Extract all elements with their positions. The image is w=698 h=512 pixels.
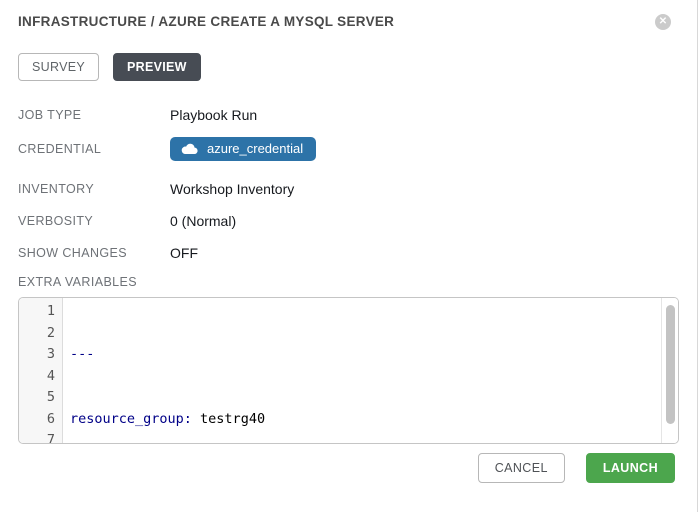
- detail-row-show-changes: SHOW CHANGES OFF: [18, 243, 679, 263]
- extra-variables-editor[interactable]: 1 2 3 4 5 6 7 --- resource_group: testrg…: [18, 297, 679, 444]
- detail-row-credential: CREDENTIAL azure_credential: [18, 137, 679, 161]
- code-line: ---: [70, 344, 678, 366]
- code-line: resource_group: testrg40: [70, 409, 678, 431]
- detail-row-inventory: INVENTORY Workshop Inventory: [18, 179, 679, 199]
- line-number: 2: [19, 323, 55, 345]
- show-changes-value: OFF: [170, 245, 198, 261]
- detail-row-verbosity: VERBOSITY 0 (Normal): [18, 211, 679, 231]
- cancel-button[interactable]: CANCEL: [478, 453, 565, 483]
- editor-code: --- resource_group: testrg40 location: e…: [63, 298, 678, 443]
- line-number: 6: [19, 409, 55, 431]
- editor-line-numbers: 1 2 3 4 5 6 7: [19, 298, 63, 443]
- editor-scrollbar-track[interactable]: [661, 298, 678, 443]
- inventory-value: Workshop Inventory: [170, 181, 294, 197]
- launch-button[interactable]: LAUNCH: [586, 453, 675, 483]
- modal-footer: CANCEL LAUNCH: [478, 453, 675, 483]
- show-changes-label: SHOW CHANGES: [18, 246, 170, 260]
- editor-scrollbar-thumb[interactable]: [666, 305, 675, 424]
- tab-bar: SURVEY PREVIEW: [18, 53, 679, 81]
- credential-badge[interactable]: azure_credential: [170, 137, 316, 161]
- line-number: 5: [19, 387, 55, 409]
- launch-preview-modal: INFRASTRUCTURE / AZURE CREATE A MYSQL SE…: [0, 0, 698, 512]
- inventory-label: INVENTORY: [18, 182, 170, 196]
- line-number: 1: [19, 301, 55, 323]
- modal-header: INFRASTRUCTURE / AZURE CREATE A MYSQL SE…: [18, 14, 679, 30]
- close-icon[interactable]: ✕: [655, 14, 671, 30]
- cloud-icon: [181, 143, 198, 155]
- line-number: 3: [19, 344, 55, 366]
- verbosity-label: VERBOSITY: [18, 214, 170, 228]
- job-type-label: JOB TYPE: [18, 108, 170, 122]
- detail-row-job-type: JOB TYPE Playbook Run: [18, 105, 679, 125]
- verbosity-value: 0 (Normal): [170, 213, 236, 229]
- job-details: JOB TYPE Playbook Run CREDENTIAL azure_c…: [18, 105, 679, 263]
- line-number: 7: [19, 430, 55, 444]
- tab-survey[interactable]: SURVEY: [18, 53, 99, 81]
- line-number: 4: [19, 366, 55, 388]
- tab-preview[interactable]: PREVIEW: [113, 53, 201, 81]
- job-type-value: Playbook Run: [170, 107, 257, 123]
- credential-label: CREDENTIAL: [18, 142, 170, 156]
- modal-title: INFRASTRUCTURE / AZURE CREATE A MYSQL SE…: [18, 14, 394, 30]
- credential-badge-label: azure_credential: [207, 141, 303, 156]
- extra-variables-label: EXTRA VARIABLES: [18, 275, 679, 289]
- credential-value: azure_credential: [170, 137, 316, 161]
